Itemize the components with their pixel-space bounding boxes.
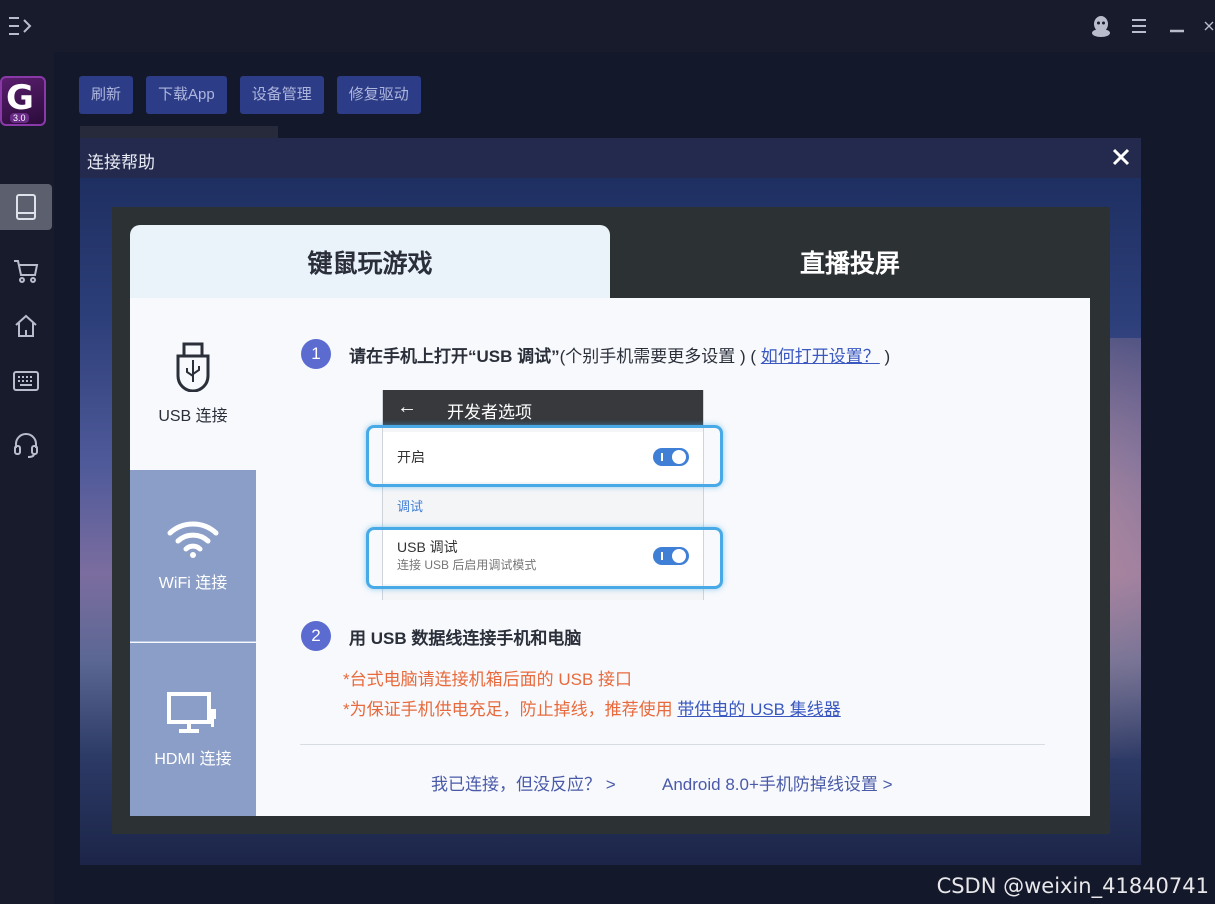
- no-response-link[interactable]: 我已连接，但没反应？ >: [431, 770, 616, 795]
- step-2: 2 用 USB 数据线连接手机和电脑: [301, 621, 581, 651]
- tablet-icon: [16, 194, 36, 220]
- help-content: USB 连接 WiFi 连接 HDMI 连接 1 请在手机上打开“USB 调试”…: [130, 298, 1090, 816]
- qq-icon[interactable]: [1089, 14, 1113, 38]
- phone-header: ← 开发者选项: [383, 390, 703, 428]
- app-logo: G 3.0: [0, 76, 46, 126]
- highlight-enable: [366, 425, 723, 487]
- content-divider: [300, 744, 1045, 745]
- side-label-hdmi: HDMI 连接: [154, 750, 232, 768]
- power-note: *为保证手机供电充足，防止掉线，推荐使用 带供电的 USB 集线器: [343, 695, 841, 720]
- menu-toggle-icon[interactable]: [8, 14, 34, 38]
- dialog-title-bar: 连接帮助: [80, 138, 1141, 178]
- rail-item-home[interactable]: [0, 303, 52, 349]
- headset-icon: [14, 433, 38, 458]
- device-manage-button[interactable]: 设备管理: [239, 76, 324, 114]
- csdn-watermark: CSDN @weixin_41840741: [936, 874, 1209, 898]
- usb-icon: [176, 342, 210, 392]
- side-item-usb[interactable]: USB 连接: [130, 298, 256, 470]
- powered-hub-link[interactable]: 带供电的 USB 集线器: [677, 700, 840, 719]
- step-number: 2: [301, 621, 331, 651]
- help-panel: 键鼠玩游戏 直播投屏 USB 连接 WiFi 连接 HDMI 连接 1 请在手机…: [112, 207, 1110, 834]
- desktop-note: *台式电脑请连接机箱后面的 USB 接口: [343, 670, 633, 689]
- step-1: 1 请在手机上打开“USB 调试”(个别手机需要更多设置 ) ( 如何打开设置？…: [301, 339, 890, 369]
- connection-type-list: USB 连接 WiFi 连接 HDMI 连接: [130, 298, 256, 816]
- how-to-open-link[interactable]: 如何打开设置？: [761, 347, 880, 366]
- debug-section-label: 调试: [397, 499, 424, 514]
- side-item-hdmi[interactable]: HDMI 连接: [130, 643, 256, 816]
- minimize-icon[interactable]: [1165, 14, 1189, 38]
- power-note-text: *为保证手机供电充足，防止掉线，推荐使用: [343, 700, 678, 719]
- step-1-plain: (个别手机需要更多设置 ) (: [559, 346, 757, 366]
- logo-version: 3.0: [10, 113, 29, 123]
- window-controls: [1089, 10, 1215, 42]
- highlight-usb-debug: [366, 527, 723, 589]
- rail-item-store[interactable]: [0, 248, 52, 294]
- monitor-icon: [167, 691, 216, 733]
- step-1-bold: 请在手机上打开“USB 调试”: [349, 346, 560, 366]
- rail-item-support[interactable]: [0, 422, 52, 468]
- device-tab-stub: [80, 126, 278, 138]
- side-label-wifi: WiFi 连接: [158, 574, 228, 592]
- keyboard-icon: [13, 371, 39, 391]
- home-icon: [15, 314, 37, 337]
- tab-keyboard-mouse[interactable]: 键鼠玩游戏: [130, 225, 610, 298]
- left-rail: [0, 52, 54, 904]
- step-2-text: 用 USB 数据线连接手机和电脑: [349, 628, 582, 648]
- connect-help-dialog: 连接帮助 键鼠玩游戏 直播投屏 USB 连接 WiFi 连接 HDMI 连接 1…: [80, 138, 1141, 865]
- close-window-icon[interactable]: [1203, 14, 1215, 38]
- top-bar: [0, 0, 1215, 52]
- tab-live-cast[interactable]: 直播投屏: [610, 225, 1090, 298]
- side-label-usb: USB 连接: [158, 408, 228, 425]
- repair-driver-button[interactable]: 修复驱动: [336, 76, 421, 114]
- rail-item-device[interactable]: [0, 184, 52, 230]
- phone-header-title: 开发者选项: [447, 403, 532, 422]
- android-anti-disconnect-link[interactable]: Android 8.0+手机防掉线设置 >: [662, 770, 893, 795]
- wifi-icon: [167, 521, 219, 558]
- step-1-text: 请在手机上打开“USB 调试”(个别手机需要更多设置 ) ( 如何打开设置？ ): [349, 342, 890, 367]
- download-app-button[interactable]: 下载App: [146, 76, 227, 114]
- toolbar: 刷新 下载App 设备管理 修复驱动: [79, 76, 421, 114]
- refresh-button[interactable]: 刷新: [79, 76, 134, 114]
- side-item-wifi[interactable]: WiFi 连接: [130, 470, 256, 642]
- logo-letter: G: [6, 78, 34, 118]
- menu-icon[interactable]: [1127, 14, 1151, 38]
- dialog-close-icon[interactable]: [1110, 146, 1132, 168]
- rail-item-keyboard[interactable]: [0, 358, 52, 404]
- dialog-title: 连接帮助: [87, 153, 155, 172]
- cart-icon: [14, 260, 39, 283]
- step-1-end: ): [884, 346, 891, 366]
- help-tabs: 键鼠玩游戏 直播投屏: [130, 225, 1090, 298]
- step-number: 1: [301, 339, 331, 369]
- back-arrow-icon: ←: [397, 396, 417, 418]
